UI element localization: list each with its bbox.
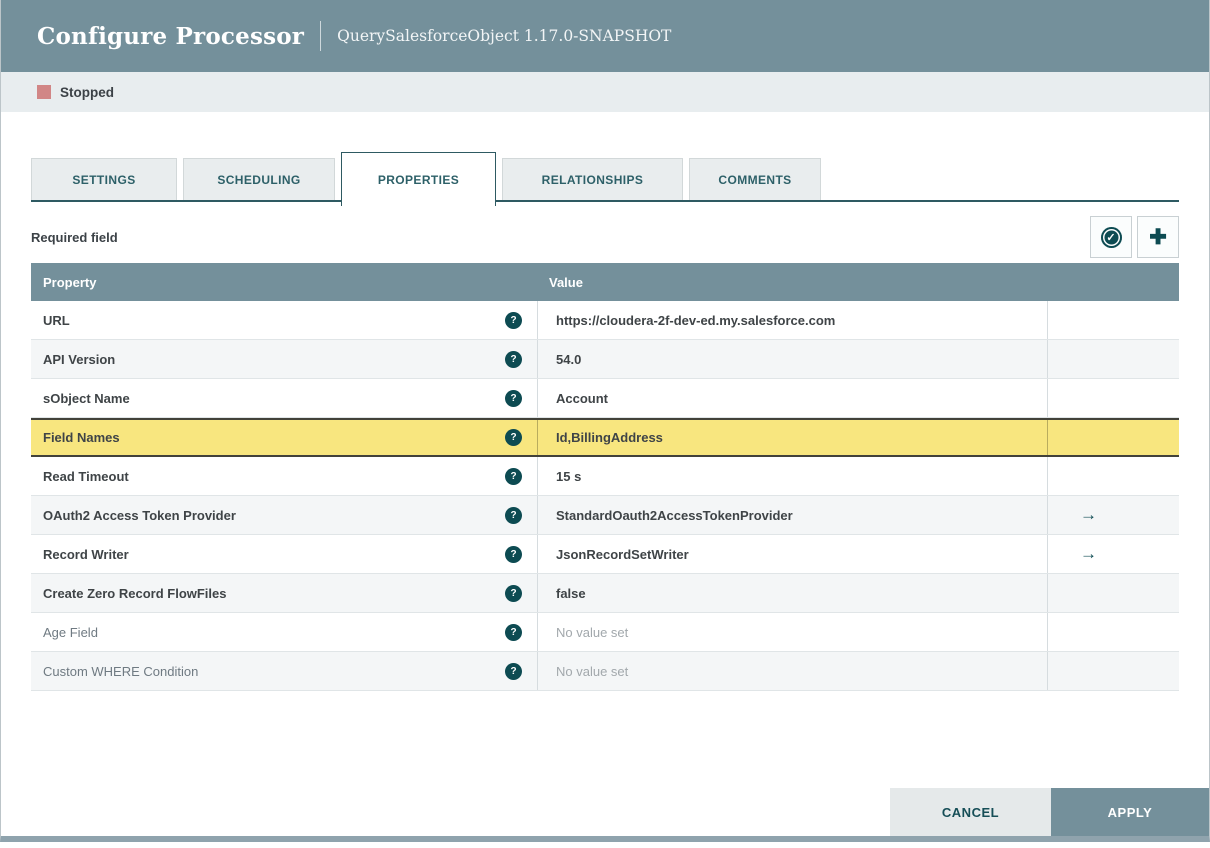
table-row-api-version[interactable]: API Version? 54.0 [31,340,1179,379]
table-row-oauth2-provider[interactable]: OAuth2 Access Token Provider? StandardOa… [31,496,1179,535]
property-value[interactable]: https://cloudera-2f-dev-ed.my.salesforce… [537,301,1047,339]
tab-properties[interactable]: PROPERTIES [341,152,496,206]
dialog-title: Configure Processor [37,23,304,50]
properties-toolbar: Required field ✓ ✚ [31,216,1179,258]
help-icon[interactable]: ? [505,390,522,407]
row-actions [1047,301,1179,339]
title-separator [320,21,321,51]
plus-icon: ✚ [1149,227,1167,248]
properties-table: Property Value URL? https://cloudera-2f-… [31,263,1179,691]
dialog-header: Configure Processor QuerySalesforceObjec… [1,0,1209,72]
help-icon[interactable]: ? [505,624,522,641]
row-actions [1047,574,1179,612]
property-value[interactable]: No value set [537,613,1047,651]
property-name: Custom WHERE Condition [43,664,198,679]
row-actions [1047,379,1179,417]
row-actions: → [1047,496,1179,534]
tab-underline [31,200,1179,202]
table-row-read-timeout[interactable]: Read Timeout? 15 s [31,457,1179,496]
help-icon[interactable]: ? [505,312,522,329]
help-icon[interactable]: ? [505,585,522,602]
table-row-create-zero-record-flowfiles[interactable]: Create Zero Record FlowFiles? false [31,574,1179,613]
property-name: Read Timeout [43,469,129,484]
property-value[interactable]: StandardOauth2AccessTokenProvider [537,496,1047,534]
column-header-property: Property [31,275,537,290]
row-actions [1047,613,1179,651]
property-name: URL [43,313,70,328]
table-row-custom-where-condition[interactable]: Custom WHERE Condition? No value set [31,652,1179,691]
check-circle-icon: ✓ [1101,227,1122,248]
property-name: Record Writer [43,547,129,562]
tab-comments[interactable]: COMMENTS [689,158,821,202]
cancel-button[interactable]: CANCEL [890,788,1051,836]
table-row-age-field[interactable]: Age Field? No value set [31,613,1179,652]
dialog-body: SETTINGS SCHEDULING PROPERTIES RELATIONS… [1,152,1209,691]
property-value[interactable]: JsonRecordSetWriter [537,535,1047,573]
status-bar: Stopped [1,72,1209,112]
apply-button[interactable]: APPLY [1051,788,1209,836]
row-actions [1047,340,1179,378]
required-field-label: Required field [31,230,118,245]
row-actions [1047,457,1179,495]
help-icon[interactable]: ? [505,663,522,680]
property-name: Create Zero Record FlowFiles [43,586,227,601]
tab-bar: SETTINGS SCHEDULING PROPERTIES RELATIONS… [31,152,1179,202]
column-header-value: Value [537,275,1047,290]
help-icon[interactable]: ? [505,429,522,446]
help-icon[interactable]: ? [505,468,522,485]
help-icon[interactable]: ? [505,507,522,524]
property-name: API Version [43,352,115,367]
table-header: Property Value [31,263,1179,301]
go-to-service-icon[interactable]: → [1080,505,1097,525]
row-actions [1047,420,1179,455]
property-name: OAuth2 Access Token Provider [43,508,236,523]
property-value[interactable]: false [537,574,1047,612]
property-name: Age Field [43,625,98,640]
dialog-footer: CANCEL APPLY [890,788,1209,836]
table-row-url[interactable]: URL? https://cloudera-2f-dev-ed.my.sales… [31,301,1179,340]
property-value[interactable]: 15 s [537,457,1047,495]
property-value[interactable]: 54.0 [537,340,1047,378]
tab-scheduling[interactable]: SCHEDULING [183,158,335,202]
add-property-button[interactable]: ✚ [1137,216,1179,258]
go-to-service-icon[interactable]: → [1080,544,1097,564]
tab-settings[interactable]: SETTINGS [31,158,177,202]
stopped-status-icon [37,85,51,99]
processor-name-version: QuerySalesforceObject 1.17.0-SNAPSHOT [337,27,671,45]
row-actions [1047,652,1179,690]
property-value[interactable]: No value set [537,652,1047,690]
help-icon[interactable]: ? [505,351,522,368]
configure-processor-dialog: Configure Processor QuerySalesforceObjec… [0,0,1210,842]
property-name: sObject Name [43,391,130,406]
help-icon[interactable]: ? [505,546,522,563]
row-actions: → [1047,535,1179,573]
verify-properties-button[interactable]: ✓ [1090,216,1132,258]
table-row-field-names-highlighted[interactable]: Field Names? Id,BillingAddress [31,418,1179,457]
property-name: Field Names [43,430,120,445]
property-value[interactable]: Account [537,379,1047,417]
property-value[interactable]: Id,BillingAddress [537,420,1047,455]
status-label: Stopped [60,85,114,100]
toolbar-buttons: ✓ ✚ [1090,216,1179,258]
tab-relationships[interactable]: RELATIONSHIPS [502,158,683,202]
table-row-sobject-name[interactable]: sObject Name? Account [31,379,1179,418]
table-row-record-writer[interactable]: Record Writer? JsonRecordSetWriter → [31,535,1179,574]
